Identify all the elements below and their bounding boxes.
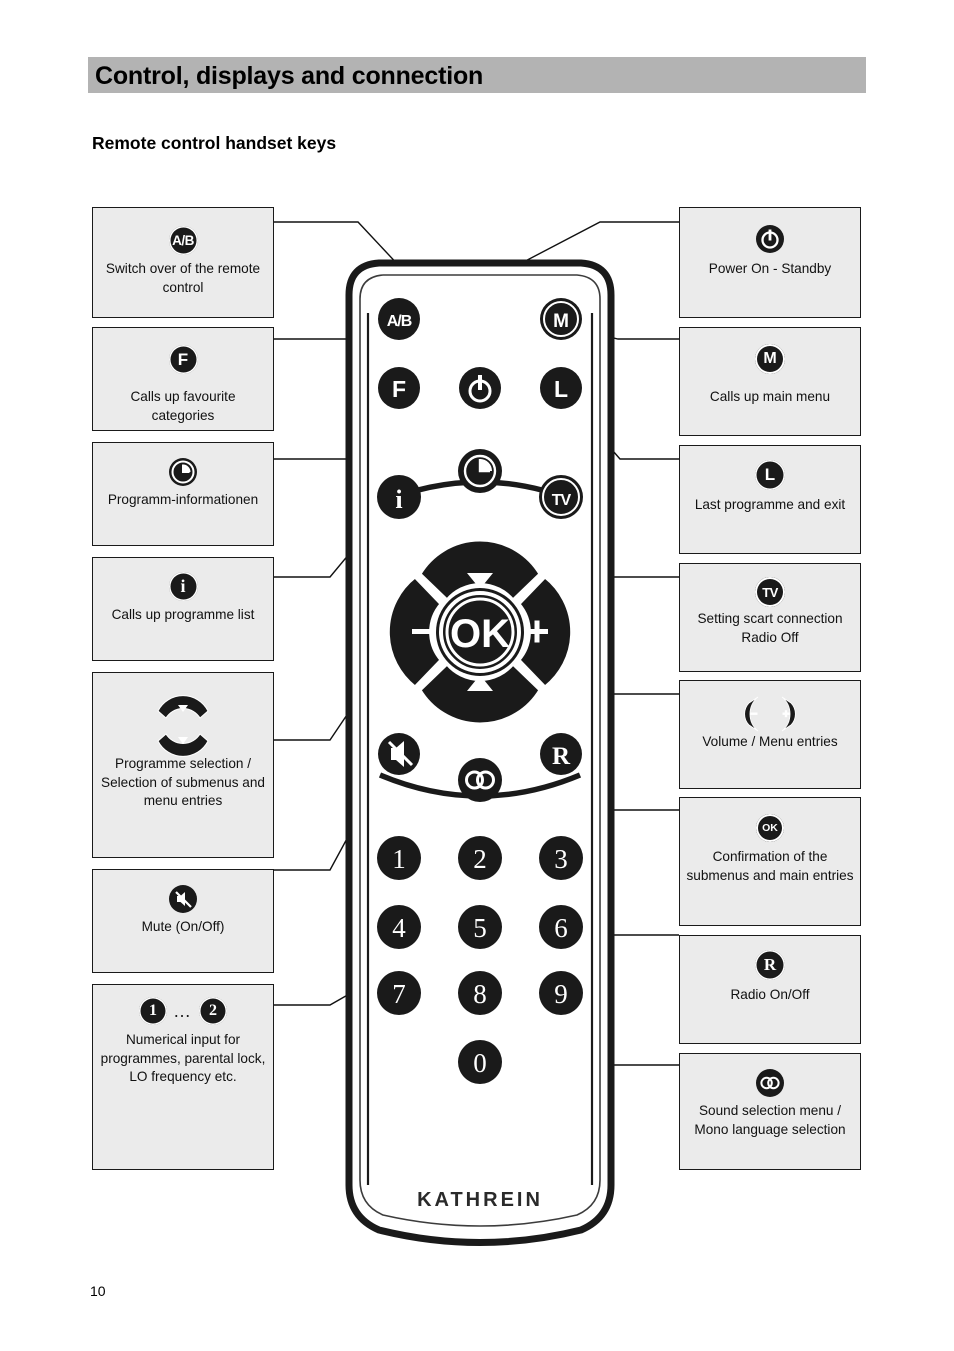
svg-text:9: 9 <box>554 979 568 1009</box>
callout-text-radio: Radio On/Off <box>730 987 810 1002</box>
ab-key-glyph: A/B <box>168 226 198 255</box>
minus-plus-rocker-icon <box>680 694 860 734</box>
callout-box-sound: Sound selection menu / Mono language sel… <box>679 1053 861 1170</box>
svg-text:6: 6 <box>554 913 568 943</box>
svg-text:3: 3 <box>554 844 568 874</box>
ok-icon: OK <box>680 814 860 842</box>
callout-text-volume: Volume / Menu entries <box>702 734 838 749</box>
svg-text:0: 0 <box>473 1048 487 1078</box>
ok-key-glyph: OK <box>756 814 784 842</box>
info-key-glyph: i <box>168 572 198 601</box>
f-key-glyph: F <box>168 345 198 374</box>
remote-brand-logo: KATHREIN <box>417 1189 543 1211</box>
svg-text:4: 4 <box>392 913 406 943</box>
callout-box-tv: TV Setting scart connection Radio Off <box>679 563 861 672</box>
callout-box-power: Power On - Standby <box>679 207 861 318</box>
power-icon <box>680 224 860 254</box>
callout-text-ab: Switch over of the remote control <box>105 261 261 295</box>
remote-control-illustration: A/B M F L i TV OK R 1 2 3 4 5 6 7 8 9 0 … <box>335 255 625 1248</box>
m-key-glyph: M <box>755 344 785 374</box>
remote-key-sound <box>458 758 502 802</box>
numeric-icon: 1 … 2 <box>93 997 273 1025</box>
f-icon: F <box>93 345 273 374</box>
l-key-glyph: L <box>755 460 785 490</box>
svg-text:A/B: A/B <box>387 313 412 330</box>
callout-box-main-menu: M Calls up main menu <box>679 327 861 436</box>
l-icon: L <box>680 460 860 490</box>
callout-box-ok: OK Confirmation of the submenus and main… <box>679 797 861 926</box>
callout-box-info: i Calls up programme list <box>92 557 274 661</box>
sound-icon <box>680 1068 860 1098</box>
callout-text-tv: Setting scart connection Radio Off <box>697 611 843 645</box>
radio-icon: R <box>680 950 860 980</box>
ellipsis: … <box>173 1000 193 1021</box>
callout-text-ok: Confirmation of the submenus and main en… <box>686 849 854 883</box>
svg-text:OK: OK <box>450 612 510 656</box>
tv-icon: TV <box>680 577 860 607</box>
number-key-glyph-2: 2 <box>199 997 227 1025</box>
callout-box-last-programme: L Last programme and exit <box>679 445 861 554</box>
callout-box-ab: A/B Switch over of the remote control <box>92 207 274 318</box>
callout-text-f: Calls up favourite categories <box>130 389 236 423</box>
mute-icon <box>93 884 273 914</box>
callout-box-f: F Calls up favourite categories <box>92 327 274 431</box>
manual-page: Control, displays and connection Remote … <box>0 0 954 1351</box>
ab-icon: A/B <box>93 226 273 255</box>
svg-text:R: R <box>552 743 571 770</box>
m-icon: M <box>680 344 860 374</box>
callout-box-mute: Mute (On/Off) <box>92 869 274 973</box>
callout-text-programme-selection: Programme selection / Selection of subme… <box>101 756 265 808</box>
svg-text:F: F <box>392 376 406 402</box>
callout-text-mute: Mute (On/Off) <box>141 919 225 934</box>
svg-text:2: 2 <box>473 844 487 874</box>
svg-text:5: 5 <box>473 913 487 943</box>
svg-text:1: 1 <box>392 844 406 874</box>
svg-text:TV: TV <box>552 492 572 509</box>
svg-text:7: 7 <box>392 979 406 1009</box>
callout-box-programme-selection: Programme selection / Selection of subme… <box>92 672 274 858</box>
number-key-glyph-1: 1 <box>139 997 167 1025</box>
up-down-rocker-icon <box>93 693 273 757</box>
svg-text:L: L <box>554 376 568 402</box>
callout-box-programme-info: Programm-informationen <box>92 442 274 546</box>
callout-text-programme-info: Programm-informationen <box>107 492 259 507</box>
callout-text-numeric: Numerical input for programmes, parental… <box>100 1032 266 1084</box>
callout-box-radio: R Radio On/Off <box>679 935 861 1044</box>
callout-box-volume: Volume / Menu entries <box>679 680 861 789</box>
callout-box-numeric: 1 … 2 Numerical input for programmes, pa… <box>92 984 274 1170</box>
callout-text-last-programme: Last programme and exit <box>694 497 846 512</box>
svg-text:8: 8 <box>473 979 487 1009</box>
callout-text-sound: Sound selection menu / Mono language sel… <box>694 1103 846 1137</box>
clock-icon <box>93 457 273 487</box>
svg-text:i: i <box>395 485 402 514</box>
tv-key-glyph: TV <box>755 577 785 607</box>
info-icon: i <box>93 572 273 601</box>
callout-text-info: Calls up programme list <box>111 607 255 622</box>
callout-text-main-menu: Calls up main menu <box>709 389 831 404</box>
svg-text:M: M <box>553 311 569 332</box>
radio-key-glyph: R <box>755 950 785 980</box>
callout-text-power: Power On - Standby <box>708 261 832 276</box>
